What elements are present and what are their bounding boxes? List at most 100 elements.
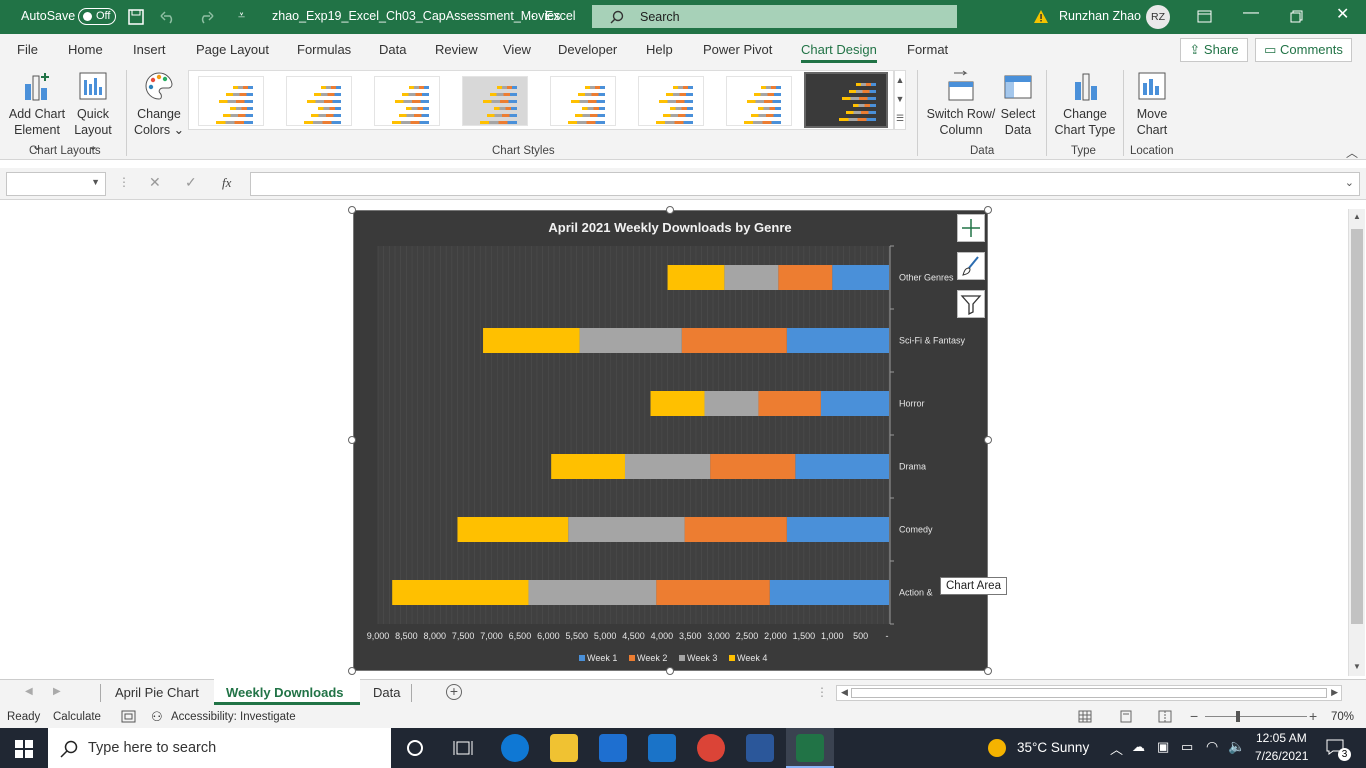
resize-handle[interactable] [666, 206, 674, 214]
tab-review[interactable]: Review [435, 42, 478, 57]
select-data-button[interactable]: Select Data [998, 70, 1038, 138]
horizontal-scrollbar[interactable]: ◀ ▶ [836, 685, 1342, 701]
worksheet[interactable]: April 2021 Weekly Downloads by Genre Acti… [0, 207, 1366, 677]
chart-style-thumb-4[interactable] [462, 76, 528, 126]
tab-file[interactable]: File [17, 42, 38, 57]
sheet-tab-april-pie-chart[interactable]: April Pie Chart [115, 685, 199, 700]
scroll-down-icon[interactable]: ▼ [1353, 662, 1361, 671]
more-icon[interactable]: ☰ [895, 109, 905, 128]
new-sheet-icon[interactable]: + [446, 684, 462, 700]
resize-handle[interactable] [348, 667, 356, 675]
excel-icon[interactable] [796, 734, 824, 762]
tab-help[interactable]: Help [646, 42, 673, 57]
task-view-icon[interactable] [453, 740, 473, 756]
chart-elements-button[interactable] [957, 214, 985, 242]
resize-handle[interactable] [984, 436, 992, 444]
windows-start-icon[interactable] [15, 740, 33, 758]
zoom-slider-thumb[interactable] [1236, 711, 1240, 722]
scroll-tabs-left-icon[interactable]: ◀ [25, 686, 33, 697]
mail-icon[interactable] [648, 734, 676, 762]
scroll-thumb[interactable] [851, 688, 1327, 698]
chevron-up-icon[interactable]: ▲ [895, 71, 905, 90]
share-button[interactable]: ⇪ Share [1180, 38, 1248, 62]
chevron-down-icon[interactable]: ▼ [895, 90, 905, 109]
insert-function-icon[interactable]: fx [222, 175, 231, 191]
edge-icon[interactable] [501, 734, 529, 762]
taskbar-search[interactable]: Type here to search [48, 728, 391, 768]
switch-row-column-button[interactable]: Switch Row/ Column [922, 70, 1000, 138]
splitter-icon[interactable]: ⋮ [816, 685, 828, 699]
volume-icon[interactable]: 🔈 [1228, 738, 1245, 755]
chart-style-thumb-5[interactable] [550, 76, 616, 126]
chart-style-thumb-3[interactable] [374, 76, 440, 126]
gallery-scroll[interactable]: ▲ ▼ ☰ [894, 70, 906, 130]
avatar[interactable]: RZ [1146, 5, 1170, 29]
chart-styles-button[interactable] [957, 252, 985, 280]
comments-button[interactable]: ▭ Comments [1255, 38, 1352, 62]
resize-handle[interactable] [984, 667, 992, 675]
ribbon-display-icon[interactable] [1197, 10, 1212, 23]
cloud-icon[interactable]: ☁ [1132, 739, 1145, 755]
quick-layout-button[interactable]: Quick Layout ⌄ [68, 70, 118, 154]
scroll-right-icon[interactable]: ▶ [1331, 687, 1338, 698]
cancel-icon[interactable]: ✕ [149, 174, 161, 191]
chart-style-thumb-8-selected[interactable] [804, 72, 888, 128]
clock-date[interactable]: 7/26/2021 [1255, 749, 1308, 763]
weather-text[interactable]: 35°C Sunny [1017, 740, 1089, 755]
zoom-in-icon[interactable]: + [1309, 708, 1317, 724]
autosave-toggle[interactable]: Off [78, 8, 116, 25]
zoom-out-icon[interactable]: − [1190, 708, 1198, 724]
chart-svg[interactable]: April 2021 Weekly Downloads by Genre Acti… [354, 211, 987, 670]
battery-icon[interactable]: ▭ [1181, 739, 1193, 755]
restore-icon[interactable] [1290, 10, 1303, 23]
normal-view-icon[interactable] [1078, 710, 1092, 723]
clock-time[interactable]: 12:05 AM [1256, 731, 1307, 745]
chart-style-thumb-6[interactable] [638, 76, 704, 126]
meet-now-icon[interactable]: ▣ [1157, 739, 1169, 755]
tab-developer[interactable]: Developer [558, 42, 617, 57]
tab-page-layout[interactable]: Page Layout [196, 42, 269, 57]
name-box[interactable]: ▼ [6, 172, 106, 196]
tab-home[interactable]: Home [68, 42, 103, 57]
tab-format[interactable]: Format [907, 42, 948, 57]
chart-style-thumb-7[interactable] [726, 76, 792, 126]
zoom-level[interactable]: 70% [1331, 711, 1354, 723]
formula-input[interactable]: ⌄ [250, 172, 1360, 196]
undo-icon[interactable] [160, 10, 178, 24]
warning-icon[interactable] [1033, 9, 1049, 24]
chart-area[interactable]: April 2021 Weekly Downloads by Genre Acti… [353, 210, 988, 671]
change-colors-button[interactable]: Change Colors ⌄ [133, 70, 185, 138]
word-icon[interactable] [746, 734, 774, 762]
macro-recording-icon[interactable] [121, 710, 136, 723]
status-calculate[interactable]: Calculate [53, 711, 101, 723]
resize-handle[interactable] [984, 206, 992, 214]
chart-filters-button[interactable] [957, 290, 985, 318]
collapse-ribbon-icon[interactable]: ︿ [1346, 144, 1358, 161]
more-options-icon[interactable]: ⋮ [118, 175, 130, 189]
user-name[interactable]: Runzhan Zhao [1059, 9, 1141, 23]
resize-handle[interactable] [666, 667, 674, 675]
chart-style-thumb-2[interactable] [286, 76, 352, 126]
expand-formula-icon[interactable]: ⌄ [1345, 176, 1354, 189]
close-icon[interactable]: ✕ [1336, 4, 1349, 24]
scroll-left-icon[interactable]: ◀ [841, 687, 848, 698]
page-layout-view-icon[interactable] [1119, 710, 1133, 723]
cortana-icon[interactable] [406, 739, 424, 757]
sheet-tab-data[interactable]: Data [373, 685, 400, 700]
store-icon[interactable] [599, 734, 627, 762]
tab-power-pivot[interactable]: Power Pivot [703, 42, 772, 57]
wifi-icon[interactable]: ◠ [1206, 738, 1218, 755]
redo-icon[interactable] [196, 10, 214, 24]
page-break-view-icon[interactable] [1158, 710, 1172, 723]
accessibility-icon[interactable]: ⚇ [151, 709, 163, 725]
tab-data[interactable]: Data [379, 42, 406, 57]
scroll-thumb[interactable] [1351, 229, 1363, 624]
enter-icon[interactable]: ✓ [185, 174, 197, 191]
scroll-up-icon[interactable]: ▲ [1353, 212, 1361, 221]
status-accessibility[interactable]: Accessibility: Investigate [171, 711, 296, 723]
change-chart-type-button[interactable]: Change Chart Type [1052, 70, 1118, 138]
tab-formulas[interactable]: Formulas [297, 42, 351, 57]
add-chart-element-button[interactable]: Add Chart Element ⌄ [8, 70, 66, 154]
vertical-scrollbar[interactable]: ▲ ▼ [1348, 209, 1365, 676]
tab-insert[interactable]: Insert [133, 42, 166, 57]
